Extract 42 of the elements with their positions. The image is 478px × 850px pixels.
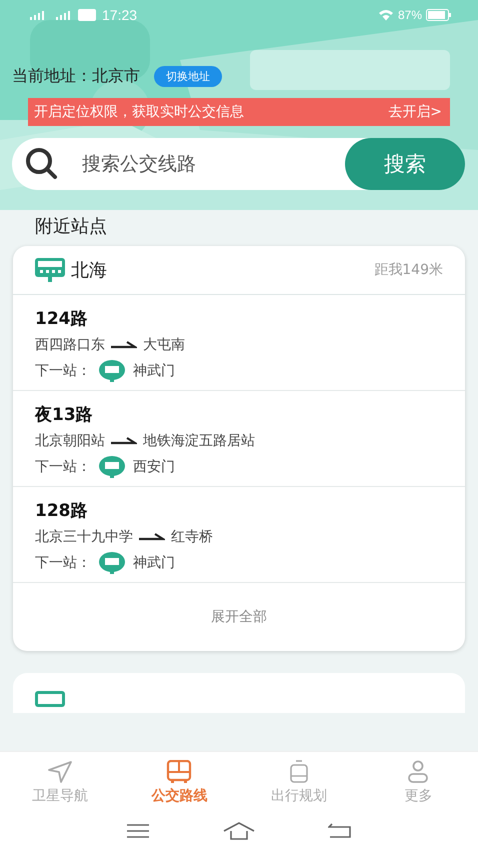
- next-stop-name: 西安门: [133, 458, 175, 476]
- route-name: 夜13路: [35, 404, 94, 426]
- next-stop-label: 下一站：: [35, 458, 91, 476]
- expand-all-button[interactable]: 展开全部: [13, 583, 465, 651]
- route-destination: 红寺桥: [171, 528, 213, 546]
- next-stop-label: 下一站：: [35, 362, 91, 380]
- section-title: 附近站点: [34, 215, 108, 239]
- battery-percent: 87%: [398, 8, 422, 22]
- menu-icon[interactable]: [126, 823, 150, 839]
- bus-icon: [166, 760, 192, 784]
- route-destination: 地铁海淀五路居站: [143, 432, 255, 450]
- route-item[interactable]: 夜13路 北京朝阳站 地铁海淀五路居站 下一站： 西安门: [13, 391, 465, 487]
- battery-icon: [426, 9, 452, 21]
- route-destination: 大屯南: [143, 336, 185, 354]
- route-item[interactable]: 124路 西四路口东 大屯南 下一站： 神武门: [13, 295, 465, 391]
- station-distance: 距我149米: [374, 261, 443, 279]
- tab[interactable]: 卫星导航: [0, 752, 120, 812]
- route-item[interactable]: 128路 北京三十九中学 红寺桥 下一站： 神武门: [13, 487, 465, 583]
- search-button[interactable]: 搜索: [345, 138, 465, 190]
- route-origin: 北京朝阳站: [35, 432, 105, 450]
- next-stop-label: 下一站：: [35, 554, 91, 572]
- clock-time: 17:23: [102, 7, 138, 23]
- home-icon[interactable]: [222, 822, 256, 840]
- tab[interactable]: 出行规划: [239, 752, 358, 812]
- banner-message: 开启定位权限，获取实时公交信息: [34, 103, 244, 121]
- route-origin: 西四路口东: [35, 336, 105, 354]
- route-name: 124路: [35, 308, 88, 330]
- wifi-icon: [378, 9, 394, 21]
- search-icon: [24, 146, 60, 182]
- station-name: 北海: [71, 259, 108, 282]
- next-stop-name: 神武门: [133, 554, 175, 572]
- current-address-label: 当前地址：北京市: [12, 66, 140, 86]
- next-stop-name: 神武门: [133, 362, 175, 380]
- tab[interactable]: 更多: [358, 752, 478, 812]
- enable-link[interactable]: 去开启>: [388, 103, 442, 121]
- search-field[interactable]: 搜索公交线路 搜索: [12, 138, 465, 190]
- route-name: 128路: [35, 500, 88, 522]
- back-icon[interactable]: [328, 823, 352, 839]
- navigation-arrow-icon: [46, 760, 73, 784]
- tab[interactable]: 公交路线: [120, 752, 239, 812]
- route-origin: 北京三十九中学: [35, 528, 133, 546]
- switch-address-button[interactable]: 切换地址: [154, 66, 222, 86]
